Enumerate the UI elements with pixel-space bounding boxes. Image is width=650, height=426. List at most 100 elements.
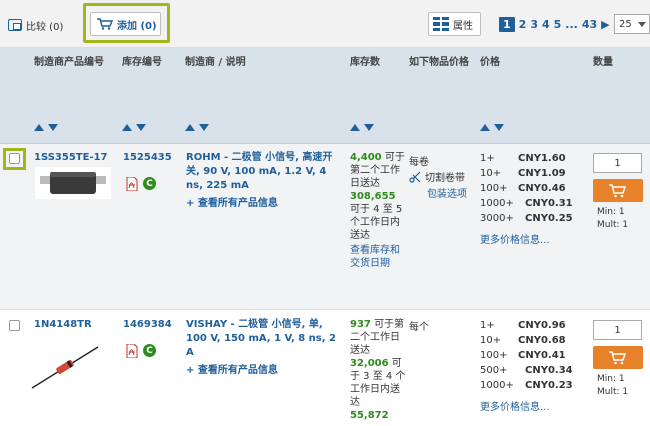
pdf-icon[interactable]: [126, 177, 138, 191]
col-stock-no: 库存编号: [122, 57, 162, 68]
sort-up-icon[interactable]: [350, 124, 360, 131]
attributes-button[interactable]: 属性: [428, 12, 481, 36]
add-to-cart-row-button[interactable]: [593, 346, 643, 369]
see-all-link[interactable]: + 查看所有产品信息: [186, 361, 278, 376]
add-to-cart-row-button[interactable]: [593, 179, 643, 202]
sort-up-icon[interactable]: [122, 124, 132, 131]
min-mult: Min: 1 Mult: 1: [597, 206, 628, 232]
price-qty: 500+: [480, 365, 508, 376]
sort-stock[interactable]: [350, 124, 374, 131]
scissors-icon: [409, 171, 421, 183]
price-value: CNY1.09: [518, 168, 566, 179]
price-line: 500+ CNY0.34: [480, 363, 573, 378]
page-next-icon[interactable]: ▶: [601, 18, 609, 31]
price-line: 1000+ CNY0.31: [480, 196, 573, 211]
sort-down-icon[interactable]: [199, 124, 209, 131]
sort-stock-no[interactable]: [122, 124, 146, 131]
sort-down-icon[interactable]: [48, 124, 58, 131]
mfr-part-link[interactable]: 1SS355TE-17: [34, 152, 108, 163]
price-qty: 100+: [480, 350, 508, 361]
sort-mfr-desc[interactable]: [185, 124, 209, 131]
mult-qty: Mult: 1: [597, 387, 629, 397]
toolbar: 比较 (0) 添加 (0) 属性 1 2 3 4 5 ... 43 ▶ 25: [0, 0, 650, 48]
page-current[interactable]: 1: [499, 16, 515, 32]
sort-down-icon[interactable]: [136, 124, 146, 131]
price-list: 1+ CNY0.96 10+ CNY0.68 100+ CNY0.41 500+ CNY…: [480, 318, 573, 393]
price-value: CNY0.31: [525, 198, 573, 209]
product-description[interactable]: ROHM - 二极管 小信号, 高速开关, 90 V, 100 mA, 1.2 …: [186, 151, 346, 193]
price-qty: 1000+: [480, 380, 514, 391]
price-qty: 10+: [480, 168, 502, 179]
sort-up-icon[interactable]: [480, 124, 490, 131]
avail-qty-3: 55,872: [350, 410, 389, 421]
pdf-icon[interactable]: [126, 344, 138, 358]
per-page-value: 25: [619, 18, 632, 30]
avail-qty-2: 32,006: [350, 358, 389, 369]
cart-icon: [97, 18, 113, 30]
price-value: CNY0.46: [518, 183, 566, 194]
sort-up-icon[interactable]: [185, 124, 195, 131]
quantity-input[interactable]: 1: [593, 153, 642, 173]
sort-down-icon[interactable]: [364, 124, 374, 131]
price-qty: 1+: [480, 153, 495, 164]
rohs-icon[interactable]: C: [143, 344, 156, 357]
pack-unit: 每个: [409, 322, 429, 333]
pack-type: 切割卷带: [409, 169, 465, 184]
grid-icon: [433, 17, 449, 31]
compare-button[interactable]: 比较 (0): [8, 15, 63, 35]
sort-price[interactable]: [480, 124, 504, 131]
avail-qty-1: 4,400: [350, 152, 382, 163]
price-value: CNY1.60: [518, 153, 566, 164]
page-link[interactable]: 4: [542, 18, 550, 31]
availability: 937 可于第二个工作日送达 32,006 可于 3 至 4 个工作日内送达 5…: [350, 318, 408, 422]
quantity-input[interactable]: 1: [593, 320, 642, 340]
price-qty: 100+: [480, 183, 508, 194]
row-checkbox[interactable]: [9, 153, 20, 164]
sort-up-icon[interactable]: [34, 124, 44, 131]
price-value: CNY0.68: [518, 335, 566, 346]
rohs-icon[interactable]: C: [143, 177, 156, 190]
sort-mfr-part-no[interactable]: [34, 124, 58, 131]
page-link[interactable]: 5: [554, 18, 562, 31]
stock-delivery-link[interactable]: 查看库存和交货日期: [350, 244, 408, 270]
page-link[interactable]: 2: [519, 18, 527, 31]
price-line: 100+ CNY0.46: [480, 181, 573, 196]
per-page-select[interactable]: 25: [614, 14, 650, 34]
row-checkbox[interactable]: [9, 320, 20, 331]
cart-icon: [609, 183, 627, 197]
price-line: 10+ CNY1.09: [480, 166, 573, 181]
stock-no-link[interactable]: 1525435: [123, 152, 172, 163]
pack-options-link[interactable]: 包装选项: [427, 185, 467, 200]
col-mfr-part-no: 制造商产品编号: [34, 57, 104, 68]
page-ellipsis: ...: [565, 17, 578, 31]
price-line: 10+ CNY0.68: [480, 333, 573, 348]
price-value: CNY0.34: [525, 365, 573, 376]
chevron-down-icon: [638, 22, 646, 27]
page-link[interactable]: 3: [530, 18, 538, 31]
avail-text-2: 可于 4 至 5 个工作日内送达: [350, 204, 403, 241]
stock-no-link[interactable]: 1469384: [123, 319, 172, 330]
product-description[interactable]: VISHAY - 二极管 小信号, 单, 100 V, 150 mA, 1 V,…: [186, 318, 346, 360]
mult-qty: Mult: 1: [597, 220, 629, 230]
col-mfr-desc: 制造商 / 说明: [185, 57, 246, 68]
price-line: 1000+ CNY0.23: [480, 378, 573, 393]
pack-type-label: 切割卷带: [425, 173, 465, 184]
price-value: CNY0.96: [518, 320, 566, 331]
col-price: 价格: [480, 57, 500, 68]
product-image[interactable]: [34, 166, 112, 200]
more-prices-link[interactable]: 更多价格信息...: [480, 398, 550, 413]
price-value: CNY0.41: [518, 350, 566, 361]
pack-unit: 每卷: [409, 157, 429, 168]
col-qty: 数量: [593, 57, 613, 68]
see-all-link[interactable]: + 查看所有产品信息: [186, 194, 278, 209]
product-image[interactable]: [30, 345, 100, 390]
price-line: 3000+ CNY0.25: [480, 211, 573, 226]
attributes-label: 属性: [453, 20, 473, 32]
add-label: 添加 (0): [117, 20, 157, 32]
add-to-cart-button[interactable]: 添加 (0): [90, 12, 161, 36]
page-last[interactable]: 43: [582, 18, 597, 31]
price-qty: 1000+: [480, 198, 514, 209]
mfr-part-link[interactable]: 1N4148TR: [34, 319, 92, 330]
more-prices-link[interactable]: 更多价格信息...: [480, 231, 550, 246]
sort-down-icon[interactable]: [494, 124, 504, 131]
